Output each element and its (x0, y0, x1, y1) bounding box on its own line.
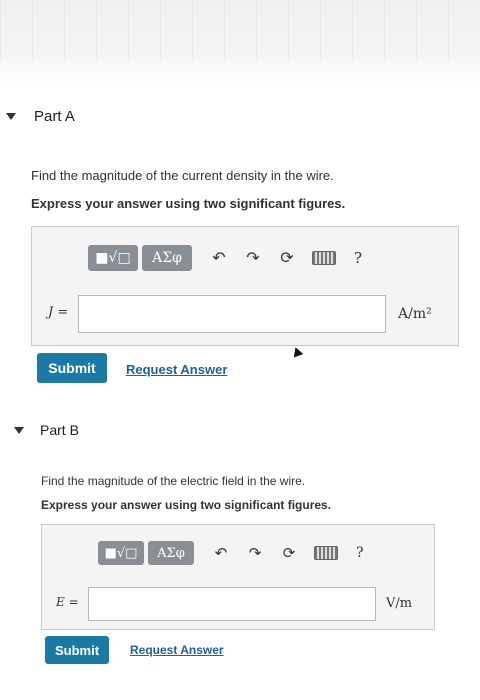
part-b-request-answer-link[interactable]: Request Answer (130, 643, 224, 657)
part-a-request-answer-link[interactable]: Request Answer (126, 362, 227, 377)
part-a-answer-box: ■√□ ΑΣφ ↶ ↷ ⟳ ? J = A/m² (31, 226, 459, 346)
part-b-question: Find the magnitude of the electric field… (41, 474, 306, 488)
templates-button[interactable]: ■√□ (98, 541, 144, 565)
part-b-variable-label: E = (56, 595, 79, 609)
help-icon[interactable]: ? (356, 545, 364, 561)
reset-icon[interactable]: ⟳ (278, 542, 300, 564)
banner-grid (0, 0, 480, 60)
reset-icon[interactable]: ⟳ (276, 247, 298, 269)
part-b-unit: V/m (386, 596, 413, 611)
part-b-submit-button[interactable]: Submit (45, 636, 109, 664)
keyboard-icon[interactable] (314, 546, 338, 560)
undo-icon[interactable]: ↶ (210, 542, 232, 564)
top-banner (0, 0, 480, 90)
collapse-caret-icon[interactable] (14, 426, 24, 434)
greek-symbols-button[interactable]: ΑΣφ (142, 245, 192, 271)
help-icon[interactable]: ? (354, 249, 362, 267)
greek-symbols-button[interactable]: ΑΣφ (148, 541, 194, 565)
part-a-header[interactable]: Part A (6, 108, 75, 125)
keyboard-icon[interactable] (312, 251, 336, 265)
undo-icon[interactable]: ↶ (208, 247, 230, 269)
templates-button[interactable]: ■√□ (88, 245, 138, 271)
part-b-instruction: Express your answer using two significan… (41, 498, 332, 512)
collapse-caret-icon[interactable] (6, 113, 16, 120)
part-a-unit: A/m² (398, 306, 432, 322)
part-b-answer-box: ■√□ ΑΣφ ↶ ↷ ⟳ ? E = V/m (41, 524, 435, 630)
part-b-math-toolbar: ■√□ ΑΣφ ↶ ↷ ⟳ ? (98, 541, 364, 565)
part-a-answer-input[interactable] (78, 295, 386, 333)
part-a-title: Part A (34, 108, 75, 125)
part-a-question: Find the magnitude of the current densit… (31, 168, 334, 183)
redo-icon[interactable]: ↷ (244, 542, 266, 564)
part-a-submit-button[interactable]: Submit (37, 353, 107, 383)
part-a-variable-label: J = (48, 305, 69, 320)
redo-icon[interactable]: ↷ (242, 247, 264, 269)
part-b-title: Part B (40, 422, 79, 438)
part-b-header[interactable]: Part B (14, 422, 79, 438)
mouse-cursor-icon (290, 345, 304, 358)
part-b-answer-input[interactable] (88, 587, 376, 621)
part-a-instruction: Express your answer using two significan… (31, 196, 346, 211)
part-a-math-toolbar: ■√□ ΑΣφ ↶ ↷ ⟳ ? (88, 245, 362, 271)
